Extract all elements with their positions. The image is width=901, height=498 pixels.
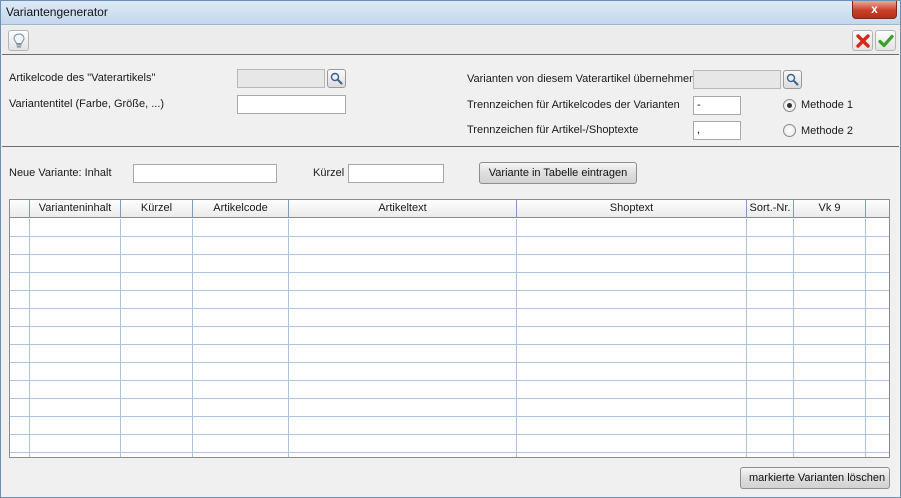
copy-variants-field[interactable] [693, 70, 781, 89]
table-row[interactable] [10, 399, 889, 417]
column-header[interactable]: Shoptext [517, 200, 747, 218]
method-1-label[interactable]: Methode 1 [801, 99, 853, 111]
window-close-button[interactable]: x [852, 1, 897, 19]
section-divider [2, 146, 899, 147]
copy-variants-search-button[interactable] [783, 70, 802, 89]
new-variant-content-label: Neue Variante: Inhalt [9, 167, 112, 179]
new-variant-content-field[interactable] [133, 164, 277, 183]
lightbulb-icon [12, 32, 25, 48]
sep-codes-field[interactable]: - [693, 96, 741, 115]
table-header: Varianteninhalt Kürzel Artikelcode Artik… [10, 200, 889, 218]
table-row[interactable] [10, 345, 889, 363]
table-row[interactable] [10, 327, 889, 345]
search-icon [330, 72, 343, 85]
parent-code-search-button[interactable] [327, 69, 346, 88]
variant-title-field[interactable] [237, 95, 346, 114]
table-row[interactable] [10, 381, 889, 399]
sep-texts-field[interactable]: , [693, 121, 741, 140]
method-1-radio[interactable] [783, 99, 796, 112]
table-row[interactable] [10, 417, 889, 435]
column-header[interactable]: Vk 9 [794, 200, 866, 218]
variant-generator-window: Variantengenerator x Artikelcode des "Va… [0, 0, 901, 498]
toolbar [2, 26, 899, 55]
variant-title-label: Variantentitel (Farbe, Größe, ...) [9, 98, 165, 110]
table-row[interactable] [10, 273, 889, 291]
variants-table[interactable]: Varianteninhalt Kürzel Artikelcode Artik… [9, 199, 890, 458]
column-header[interactable]: Sort.-Nr. [747, 200, 794, 218]
new-variant-short-field[interactable] [348, 164, 444, 183]
add-variant-button[interactable]: Variante in Tabelle eintragen [479, 162, 637, 184]
confirm-button[interactable] [875, 30, 896, 51]
table-row[interactable] [10, 363, 889, 381]
window-title: Variantengenerator [6, 5, 108, 19]
parent-code-label: Artikelcode des "Vaterartikels" [9, 72, 156, 84]
table-row[interactable] [10, 219, 889, 237]
method-2-label[interactable]: Methode 2 [801, 125, 853, 137]
sep-codes-label: Trennzeichen für Artikelcodes der Varian… [467, 99, 680, 111]
search-icon [786, 73, 799, 86]
red-x-icon [855, 33, 870, 48]
parent-code-field[interactable] [237, 69, 325, 88]
column-header[interactable]: Artikelcode [193, 200, 289, 218]
column-header[interactable]: Artikeltext [289, 200, 517, 218]
new-variant-short-label: Kürzel [313, 167, 345, 179]
table-row[interactable] [10, 435, 889, 453]
delete-selected-variants-button[interactable]: markierte Varianten löschen [740, 467, 890, 489]
close-icon: x [871, 2, 878, 16]
table-body[interactable] [10, 219, 889, 457]
row-header-corner [10, 200, 30, 218]
cancel-button[interactable] [852, 30, 873, 51]
table-row[interactable] [10, 291, 889, 309]
hint-button[interactable] [8, 30, 29, 51]
column-header[interactable]: Varianteninhalt [30, 200, 121, 218]
method-2-radio[interactable] [783, 124, 796, 137]
table-row[interactable] [10, 237, 889, 255]
copy-variants-label: Varianten von diesem Vaterartikel überne… [467, 73, 696, 85]
green-check-icon [877, 34, 894, 47]
column-header[interactable]: Kürzel [121, 200, 193, 218]
table-row[interactable] [10, 255, 889, 273]
title-bar: Variantengenerator x [1, 1, 900, 25]
sep-texts-label: Trennzeichen für Artikel-/Shoptexte [467, 124, 639, 136]
table-row[interactable] [10, 309, 889, 327]
